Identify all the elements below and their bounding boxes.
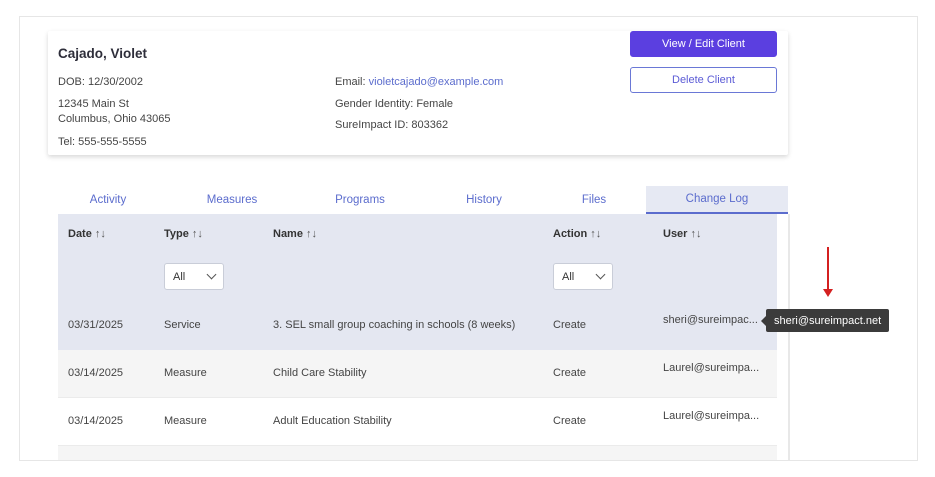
chevron-down-icon xyxy=(206,269,217,280)
client-email-link[interactable]: violetcajado@example.com xyxy=(369,76,504,88)
table-row[interactable] xyxy=(58,446,777,460)
table-edge-divider xyxy=(788,214,790,460)
row-type: Service xyxy=(164,319,201,331)
delete-client-button[interactable]: Delete Client xyxy=(630,67,777,93)
sort-icon[interactable]: ↑↓ xyxy=(95,228,106,240)
column-header-user[interactable]: User ↑↓ xyxy=(663,228,701,240)
chevron-down-icon xyxy=(595,269,606,280)
row-date: 03/14/2025 xyxy=(68,415,124,427)
column-header-name-label: Name xyxy=(273,228,303,240)
sort-icon[interactable]: ↑↓ xyxy=(590,228,601,240)
column-header-type-label: Type xyxy=(164,228,189,240)
table-row[interactable]: 03/31/2025 Service 3. SEL small group co… xyxy=(58,302,777,350)
client-address-line1: 12345 Main St xyxy=(58,98,129,110)
tab-programs[interactable]: Programs xyxy=(310,186,410,214)
row-user[interactable]: Laurel@sureimpa... xyxy=(663,410,759,422)
tab-activity[interactable]: Activity xyxy=(58,186,158,214)
row-action: Create xyxy=(553,319,587,331)
client-tabs: Activity Measures Programs History Files… xyxy=(58,186,788,214)
client-dob: DOB: 12/30/2002 xyxy=(58,76,144,88)
row-user[interactable]: Laurel@sureimpa... xyxy=(663,362,759,374)
client-gender: Gender Identity: Female xyxy=(335,98,454,110)
client-name: Cajado, Violet xyxy=(58,46,148,61)
change-log-table: Date ↑↓ Type ↑↓ Name ↑↓ Action ↑↓ User ↑↓ All… xyxy=(58,214,777,460)
tab-files[interactable]: Files xyxy=(544,186,644,214)
table-row[interactable]: 03/14/2025 Measure Child Care Stability … xyxy=(58,350,777,398)
client-email-label: Email: xyxy=(335,76,369,88)
annotation-arrow-head-icon xyxy=(823,289,833,297)
type-filter-select[interactable]: All xyxy=(164,263,224,290)
row-action: Create xyxy=(553,367,587,379)
client-card: Cajado, Violet DOB: 12/30/2002 12345 Mai… xyxy=(48,31,788,155)
row-date: 03/14/2025 xyxy=(68,367,124,379)
user-email-tooltip: sheri@sureimpact.net xyxy=(760,309,890,332)
row-action: Create xyxy=(553,415,587,427)
column-header-action-label: Action xyxy=(553,228,588,240)
column-header-action[interactable]: Action ↑↓ xyxy=(553,228,601,240)
tab-change-log[interactable]: Change Log xyxy=(646,186,788,214)
row-type: Measure xyxy=(164,415,207,427)
sort-icon[interactable]: ↑↓ xyxy=(690,228,701,240)
annotation-arrow-icon xyxy=(827,247,829,291)
column-header-user-label: User xyxy=(663,228,688,240)
column-header-date[interactable]: Date ↑↓ xyxy=(68,228,106,240)
client-panel: Cajado, Violet DOB: 12/30/2002 12345 Mai… xyxy=(19,16,918,461)
table-row[interactable]: 03/14/2025 Measure Adult Education Stabi… xyxy=(58,398,777,446)
tab-history[interactable]: History xyxy=(434,186,534,214)
client-address-line2: Columbus, Ohio 43065 xyxy=(58,113,171,125)
view-edit-client-button[interactable]: View / Edit Client xyxy=(630,31,777,57)
tab-measures[interactable]: Measures xyxy=(182,186,282,214)
column-header-type[interactable]: Type ↑↓ xyxy=(164,228,203,240)
column-header-name[interactable]: Name ↑↓ xyxy=(273,228,317,240)
row-type: Measure xyxy=(164,367,207,379)
column-header-date-label: Date xyxy=(68,228,92,240)
row-name: Child Care Stability xyxy=(273,367,367,379)
sort-icon[interactable]: ↑↓ xyxy=(192,228,203,240)
client-email-row: Email: violetcajado@example.com xyxy=(335,75,503,89)
row-name: Adult Education Stability xyxy=(273,415,392,427)
type-filter-value: All xyxy=(173,270,186,283)
action-filter-select[interactable]: All xyxy=(553,263,613,290)
client-tel: Tel: 555-555-5555 xyxy=(58,136,147,148)
sort-icon[interactable]: ↑↓ xyxy=(306,228,317,240)
action-filter-value: All xyxy=(562,270,575,283)
row-date: 03/31/2025 xyxy=(68,319,124,331)
row-user[interactable]: sheri@sureimpac... xyxy=(663,314,758,326)
row-name: 3. SEL small group coaching in schools (… xyxy=(273,319,516,331)
client-sureimpact-id: SureImpact ID: 803362 xyxy=(335,119,449,131)
